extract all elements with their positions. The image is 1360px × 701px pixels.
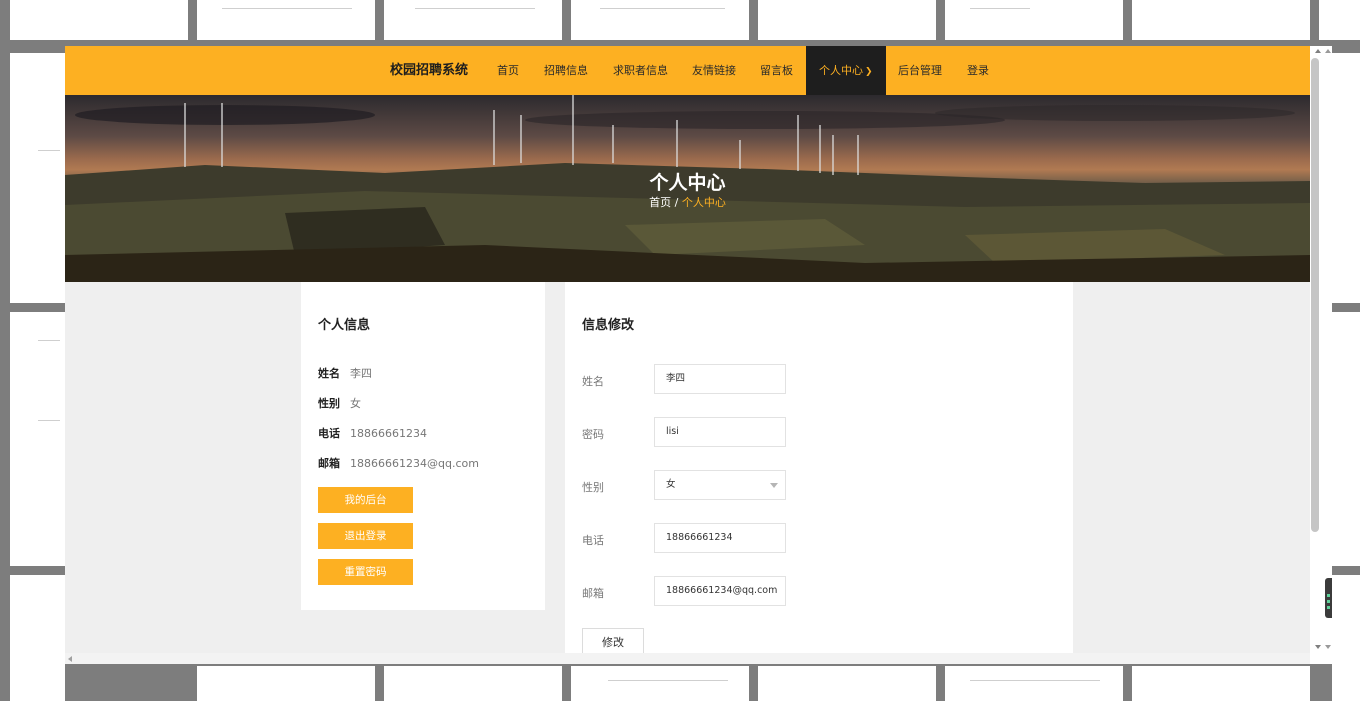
background-page [10, 0, 188, 40]
profile-email-label: 邮箱 [318, 457, 340, 470]
background-text-line [415, 8, 535, 9]
horizontal-scrollbar[interactable] [65, 653, 1310, 664]
background-page [10, 53, 65, 303]
background-page [1132, 0, 1310, 40]
background-page [10, 575, 65, 701]
phone-field[interactable]: 18866661234 [654, 523, 786, 553]
background-page [571, 0, 749, 40]
background-page [758, 0, 936, 40]
background-page [758, 666, 936, 701]
edit-info-card: 信息修改 姓名 李四 密码 lisi 性别 女 电话 18866661234 邮… [565, 282, 1073, 658]
profile-card: 个人信息 姓名 李四 性别女 电话 18866661234 邮箱 1886666123… [301, 282, 545, 610]
breadcrumb: 首页 / 个人中心 [65, 194, 1310, 210]
profile-phone-value: 18866661234 [350, 427, 427, 440]
background-page [1132, 666, 1310, 701]
gender-select-value: 女 [666, 479, 676, 490]
profile-phone-label: 电话 [318, 427, 340, 440]
background-page [1332, 312, 1360, 566]
nav-login[interactable]: 登录 [967, 46, 989, 95]
profile-email-value: 18866661234@qq.com [350, 457, 479, 470]
edit-info-title: 信息修改 [582, 318, 635, 333]
background-page [384, 0, 562, 40]
profile-gender-row: 性别女 [318, 395, 361, 411]
dropdown-caret-icon [770, 483, 778, 488]
background-text-line [38, 150, 60, 151]
scroll-down-icon[interactable] [1315, 645, 1321, 649]
site-brand[interactable]: 校园招聘系统 [390, 46, 468, 95]
nav-personal-center-label: 个人中心 [819, 64, 863, 77]
outer-scroll-up-icon[interactable] [1325, 49, 1331, 53]
background-text-line [38, 420, 60, 421]
breadcrumb-separator: / [671, 196, 682, 209]
background-text-line [222, 8, 352, 9]
profile-phone-row: 电话 18866661234 [318, 425, 427, 441]
indicator-dot-icon [1327, 594, 1330, 597]
background-page [945, 666, 1123, 701]
background-text-line [970, 8, 1030, 9]
gender-field-label: 性别 [582, 481, 604, 494]
indicator-dot-icon [1327, 600, 1330, 603]
password-field-label: 密码 [582, 428, 604, 441]
profile-card-title: 个人信息 [318, 318, 371, 333]
background-text-line [970, 680, 1100, 681]
background-page [1319, 0, 1360, 40]
background-page [1332, 575, 1360, 701]
profile-name-row: 姓名 李四 [318, 365, 372, 381]
name-field[interactable]: 李四 [654, 364, 786, 394]
background-page [571, 666, 749, 701]
nav-jobs[interactable]: 招聘信息 [544, 46, 588, 95]
page-title: 个人中心 [649, 172, 726, 194]
vertical-scrollbar-thumb[interactable] [1311, 58, 1319, 532]
indicator-dot-icon [1327, 606, 1330, 609]
nav-personal-center[interactable]: 个人中心 ❯ [806, 46, 886, 95]
reset-password-button[interactable]: 重置密码 [318, 559, 413, 585]
background-page [384, 666, 562, 701]
app-window: 校园招聘系统 首页 招聘信息 求职者信息 友情链接 留言板 个人中心 ❯ 后台管理… [65, 46, 1332, 664]
outer-scroll-down-icon[interactable] [1325, 645, 1331, 649]
background-page [1332, 53, 1360, 303]
phone-field-label: 电话 [582, 534, 604, 547]
chevron-down-icon: ❯ [865, 67, 873, 77]
profile-gender-label: 性别 [318, 397, 340, 410]
background-page [197, 666, 375, 701]
scroll-left-icon[interactable] [68, 656, 72, 662]
background-text-line [608, 680, 728, 681]
top-navbar: 校园招聘系统 首页 招聘信息 求职者信息 友情链接 留言板 个人中心 ❯ 后台管理… [65, 46, 1310, 95]
floating-toolbar-handle[interactable] [1325, 578, 1332, 618]
password-field[interactable]: lisi [654, 417, 786, 447]
breadcrumb-current: 个人中心 [681, 196, 726, 209]
hero-banner: 个人中心 首页 / 个人中心 [65, 95, 1310, 282]
scroll-up-icon[interactable] [1315, 49, 1321, 53]
background-page [10, 312, 65, 566]
profile-gender-value: 女 [350, 397, 361, 410]
nav-admin[interactable]: 后台管理 [898, 46, 942, 95]
nav-message-board[interactable]: 留言板 [760, 46, 793, 95]
nav-candidates[interactable]: 求职者信息 [613, 46, 668, 95]
my-dashboard-button[interactable]: 我的后台 [318, 487, 413, 513]
profile-name-value: 李四 [350, 367, 372, 380]
background-page [945, 0, 1123, 40]
nav-links[interactable]: 友情链接 [692, 46, 736, 95]
background-text-line [38, 340, 60, 341]
background-text-line [600, 8, 725, 9]
breadcrumb-home[interactable]: 首页 [649, 196, 671, 209]
nav-home[interactable]: 首页 [497, 46, 519, 95]
background-page [197, 0, 375, 40]
profile-name-label: 姓名 [318, 367, 340, 380]
gender-select[interactable]: 女 [654, 470, 786, 500]
profile-email-row: 邮箱 18866661234@qq.com [318, 455, 479, 471]
name-field-label: 姓名 [582, 375, 604, 388]
email-field-label: 邮箱 [582, 587, 604, 600]
email-field[interactable]: 18866661234@qq.com [654, 576, 786, 606]
logout-button[interactable]: 退出登录 [318, 523, 413, 549]
